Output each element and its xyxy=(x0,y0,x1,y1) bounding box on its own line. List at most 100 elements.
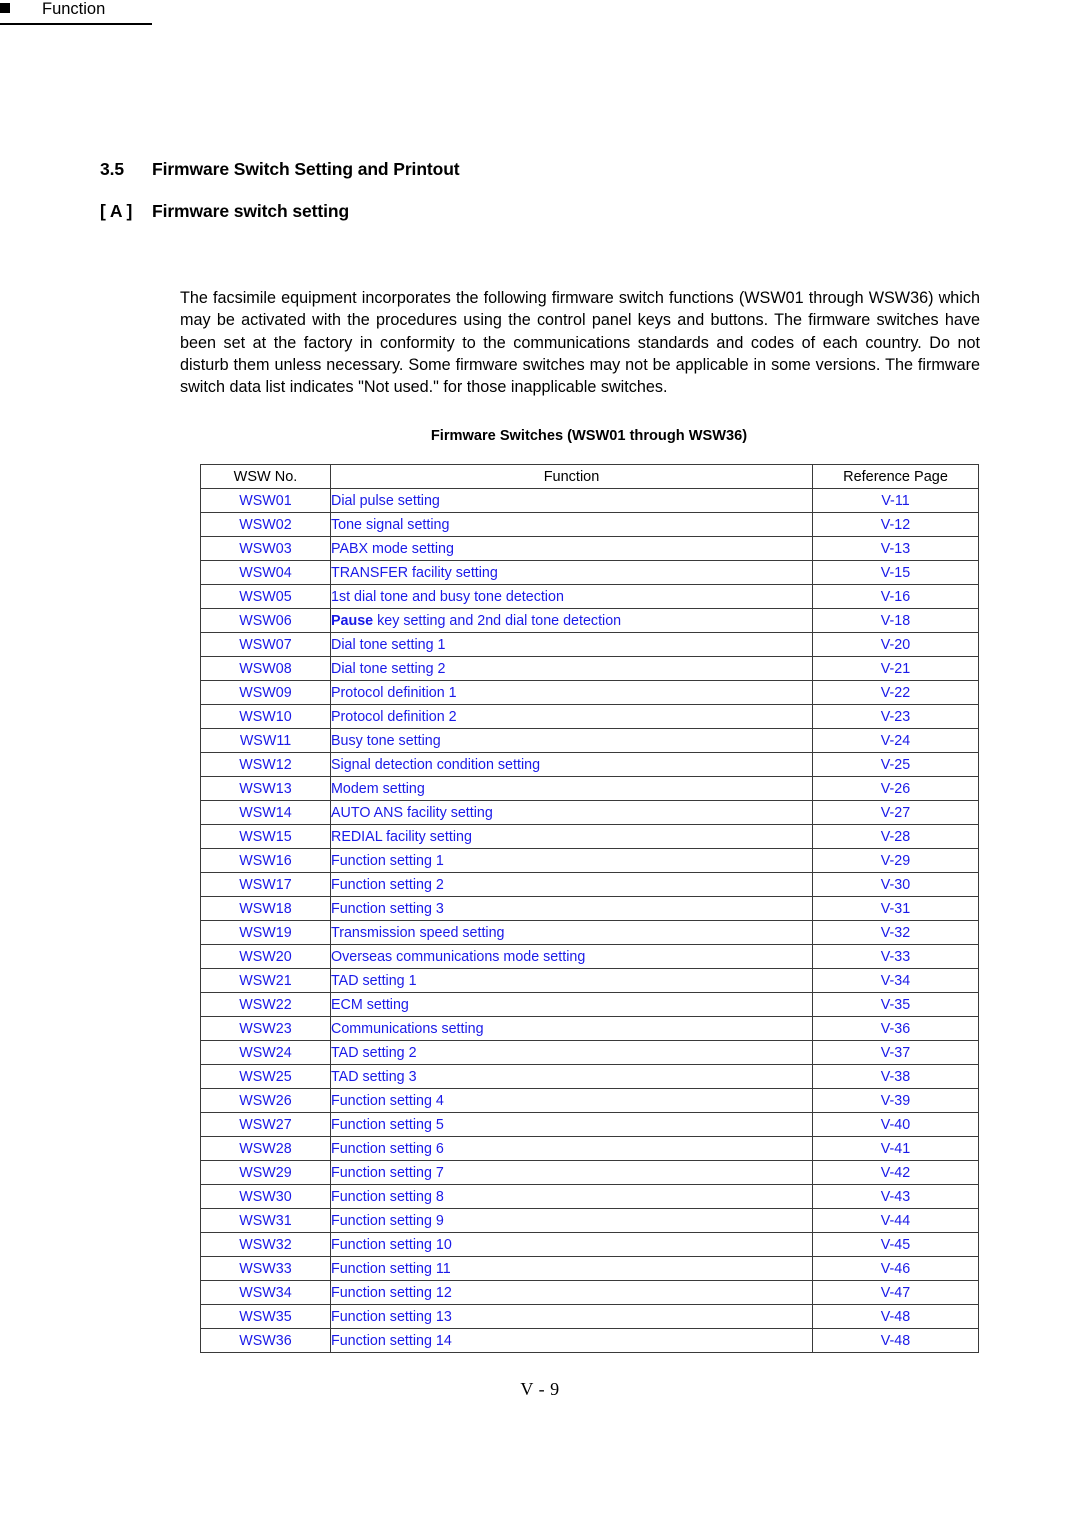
cell-wsw-no[interactable]: WSW34 xyxy=(200,1280,331,1305)
cell-wsw-no[interactable]: WSW31 xyxy=(200,1208,331,1233)
cell-reference-page[interactable]: V-18 xyxy=(812,608,979,633)
cell-reference-page[interactable]: V-31 xyxy=(812,896,979,921)
cell-wsw-no[interactable]: WSW18 xyxy=(200,896,331,921)
cell-function[interactable]: Function setting 8 xyxy=(330,1184,813,1209)
cell-reference-page[interactable]: V-35 xyxy=(812,992,979,1017)
cell-wsw-no[interactable]: WSW30 xyxy=(200,1184,331,1209)
cell-reference-page[interactable]: V-21 xyxy=(812,656,979,681)
cell-function[interactable]: TAD setting 1 xyxy=(330,968,813,993)
cell-reference-page[interactable]: V-20 xyxy=(812,632,979,657)
cell-function[interactable]: ECM setting xyxy=(330,992,813,1017)
cell-function[interactable]: Protocol definition 1 xyxy=(330,680,813,705)
cell-function[interactable]: Protocol definition 2 xyxy=(330,704,813,729)
cell-function[interactable]: Modem setting xyxy=(330,776,813,801)
cell-function[interactable]: Function setting 2 xyxy=(330,872,813,897)
cell-function[interactable]: Function setting 13 xyxy=(330,1304,813,1329)
cell-wsw-no[interactable]: WSW35 xyxy=(200,1304,331,1329)
cell-function[interactable]: Dial pulse setting xyxy=(330,488,813,513)
cell-reference-page[interactable]: V-29 xyxy=(812,848,979,873)
cell-function[interactable]: Function setting 5 xyxy=(330,1112,813,1137)
cell-reference-page[interactable]: V-44 xyxy=(812,1208,979,1233)
cell-function[interactable]: Function setting 4 xyxy=(330,1088,813,1113)
cell-reference-page[interactable]: V-24 xyxy=(812,728,979,753)
cell-wsw-no[interactable]: WSW22 xyxy=(200,992,331,1017)
cell-wsw-no[interactable]: WSW17 xyxy=(200,872,331,897)
cell-wsw-no[interactable]: WSW04 xyxy=(200,560,331,585)
cell-wsw-no[interactable]: WSW02 xyxy=(200,512,331,537)
cell-reference-page[interactable]: V-23 xyxy=(812,704,979,729)
cell-function[interactable]: TAD setting 2 xyxy=(330,1040,813,1065)
cell-wsw-no[interactable]: WSW06 xyxy=(200,608,331,633)
cell-wsw-no[interactable]: WSW23 xyxy=(200,1016,331,1041)
cell-function[interactable]: TRANSFER facility setting xyxy=(330,560,813,585)
cell-wsw-no[interactable]: WSW19 xyxy=(200,920,331,945)
cell-reference-page[interactable]: V-36 xyxy=(812,1016,979,1041)
cell-function[interactable]: Tone signal setting xyxy=(330,512,813,537)
cell-function[interactable]: Transmission speed setting xyxy=(330,920,813,945)
cell-reference-page[interactable]: V-12 xyxy=(812,512,979,537)
cell-wsw-no[interactable]: WSW11 xyxy=(200,728,331,753)
cell-function[interactable]: Function setting 10 xyxy=(330,1232,813,1257)
cell-wsw-no[interactable]: WSW13 xyxy=(200,776,331,801)
cell-wsw-no[interactable]: WSW21 xyxy=(200,968,331,993)
cell-reference-page[interactable]: V-47 xyxy=(812,1280,979,1305)
cell-wsw-no[interactable]: WSW14 xyxy=(200,800,331,825)
cell-function[interactable]: Function setting 11 xyxy=(330,1256,813,1281)
cell-reference-page[interactable]: V-41 xyxy=(812,1136,979,1161)
cell-reference-page[interactable]: V-13 xyxy=(812,536,979,561)
cell-wsw-no[interactable]: WSW12 xyxy=(200,752,331,777)
cell-reference-page[interactable]: V-25 xyxy=(812,752,979,777)
cell-function[interactable]: Dial tone setting 2 xyxy=(330,656,813,681)
cell-wsw-no[interactable]: WSW33 xyxy=(200,1256,331,1281)
cell-reference-page[interactable]: V-34 xyxy=(812,968,979,993)
cell-reference-page[interactable]: V-42 xyxy=(812,1160,979,1185)
cell-reference-page[interactable]: V-45 xyxy=(812,1232,979,1257)
cell-reference-page[interactable]: V-38 xyxy=(812,1064,979,1089)
cell-wsw-no[interactable]: WSW25 xyxy=(200,1064,331,1089)
cell-function[interactable]: AUTO ANS facility setting xyxy=(330,800,813,825)
cell-function[interactable]: TAD setting 3 xyxy=(330,1064,813,1089)
cell-wsw-no[interactable]: WSW15 xyxy=(200,824,331,849)
cell-reference-page[interactable]: V-32 xyxy=(812,920,979,945)
cell-function[interactable]: Function setting 1 xyxy=(330,848,813,873)
cell-reference-page[interactable]: V-48 xyxy=(812,1304,979,1329)
cell-reference-page[interactable]: V-26 xyxy=(812,776,979,801)
cell-function[interactable]: Overseas communications mode setting xyxy=(330,944,813,969)
cell-function[interactable]: Function setting 3 xyxy=(330,896,813,921)
cell-reference-page[interactable]: V-30 xyxy=(812,872,979,897)
cell-reference-page[interactable]: V-46 xyxy=(812,1256,979,1281)
cell-wsw-no[interactable]: WSW10 xyxy=(200,704,331,729)
cell-wsw-no[interactable]: WSW36 xyxy=(200,1328,331,1353)
cell-reference-page[interactable]: V-11 xyxy=(812,488,979,513)
cell-reference-page[interactable]: V-48 xyxy=(812,1328,979,1353)
cell-wsw-no[interactable]: WSW20 xyxy=(200,944,331,969)
cell-wsw-no[interactable]: WSW01 xyxy=(200,488,331,513)
cell-function[interactable]: Function setting 14 xyxy=(330,1328,813,1353)
cell-function[interactable]: Busy tone setting xyxy=(330,728,813,753)
cell-reference-page[interactable]: V-27 xyxy=(812,800,979,825)
cell-reference-page[interactable]: V-43 xyxy=(812,1184,979,1209)
cell-reference-page[interactable]: V-40 xyxy=(812,1112,979,1137)
cell-function[interactable]: 1st dial tone and busy tone detection xyxy=(330,584,813,609)
cell-wsw-no[interactable]: WSW16 xyxy=(200,848,331,873)
cell-function[interactable]: REDIAL facility setting xyxy=(330,824,813,849)
cell-wsw-no[interactable]: WSW24 xyxy=(200,1040,331,1065)
cell-function[interactable]: PABX mode setting xyxy=(330,536,813,561)
cell-wsw-no[interactable]: WSW26 xyxy=(200,1088,331,1113)
cell-function[interactable]: Function setting 12 xyxy=(330,1280,813,1305)
cell-reference-page[interactable]: V-15 xyxy=(812,560,979,585)
cell-wsw-no[interactable]: WSW03 xyxy=(200,536,331,561)
cell-wsw-no[interactable]: WSW27 xyxy=(200,1112,331,1137)
cell-reference-page[interactable]: V-28 xyxy=(812,824,979,849)
cell-function[interactable]: Dial tone setting 1 xyxy=(330,632,813,657)
cell-function[interactable]: Function setting 7 xyxy=(330,1160,813,1185)
cell-wsw-no[interactable]: WSW05 xyxy=(200,584,331,609)
cell-function[interactable]: Function setting 9 xyxy=(330,1208,813,1233)
cell-reference-page[interactable]: V-22 xyxy=(812,680,979,705)
cell-function[interactable]: Function setting 6 xyxy=(330,1136,813,1161)
cell-reference-page[interactable]: V-33 xyxy=(812,944,979,969)
cell-function[interactable]: Pause key setting and 2nd dial tone dete… xyxy=(330,608,813,633)
cell-function[interactable]: Signal detection condition setting xyxy=(330,752,813,777)
cell-reference-page[interactable]: V-37 xyxy=(812,1040,979,1065)
cell-reference-page[interactable]: V-16 xyxy=(812,584,979,609)
